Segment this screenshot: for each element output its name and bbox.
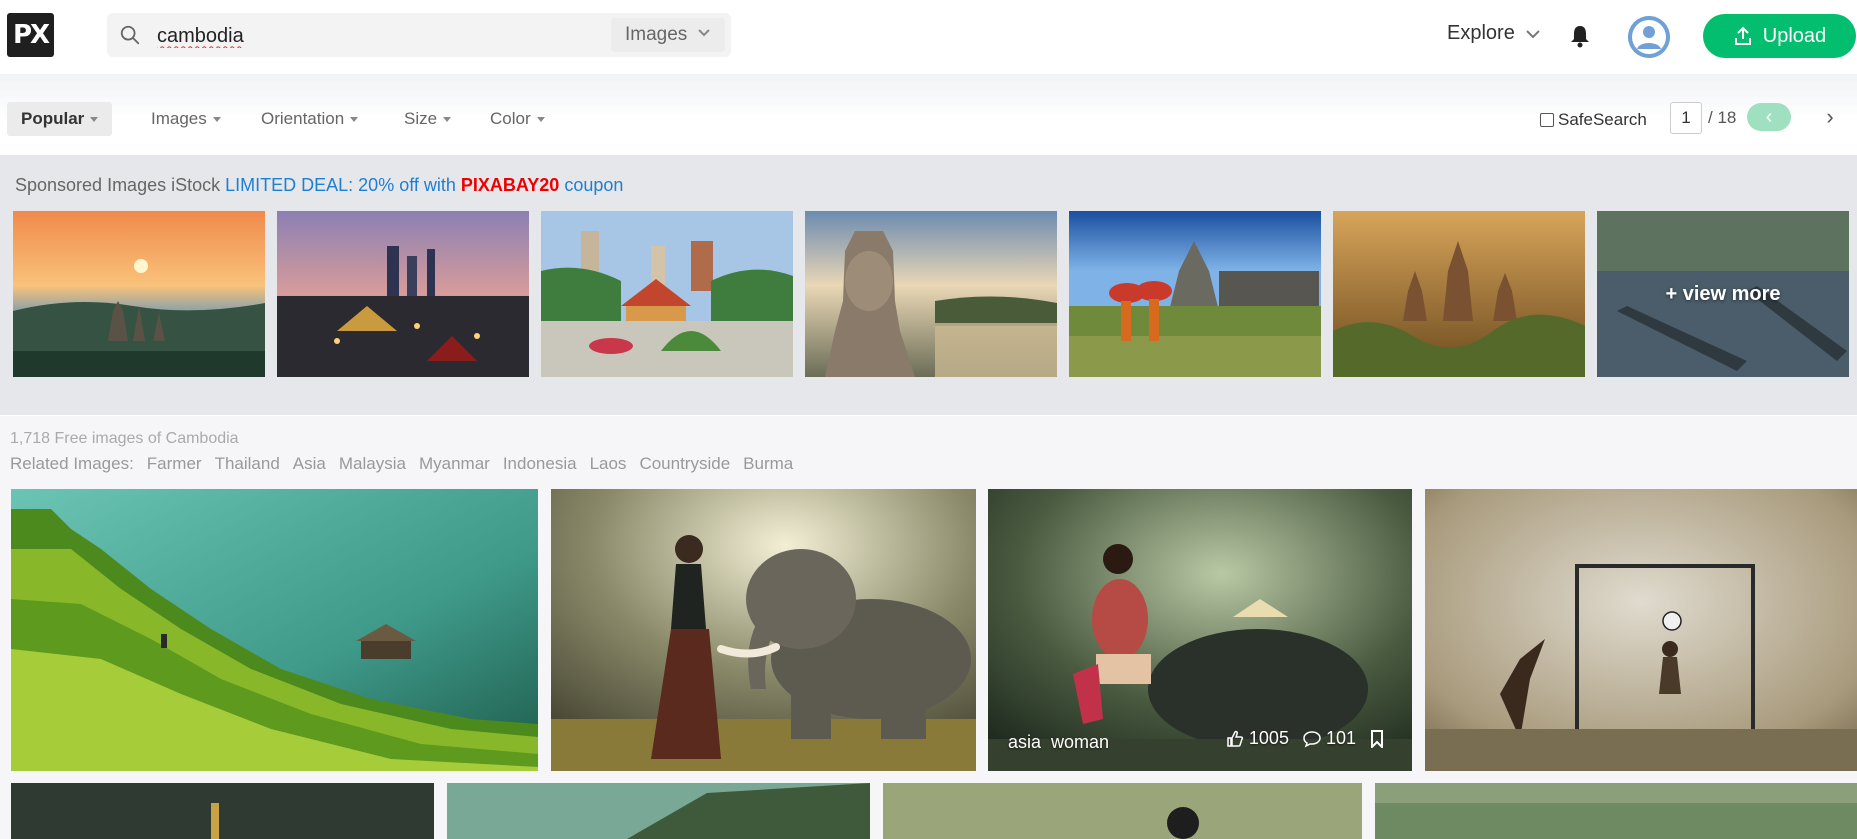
- upload-button[interactable]: Upload: [1703, 14, 1856, 58]
- safesearch-label: SafeSearch: [1558, 110, 1647, 129]
- sponsored-thumb[interactable]: [13, 211, 265, 377]
- pixabay-logo[interactable]: PX: [7, 13, 54, 57]
- filter-popular[interactable]: Popular: [7, 102, 113, 136]
- comment-stat[interactable]: 101: [1303, 728, 1356, 749]
- rice-terraces-image: [11, 489, 538, 771]
- caret-down-icon: [90, 116, 99, 122]
- deal-link[interactable]: LIMITED DEAL: 20% off with: [225, 175, 456, 195]
- image-tag[interactable]: asia: [1008, 732, 1041, 753]
- coupon-link[interactable]: coupon: [564, 175, 623, 195]
- result-thumbnail-image: [11, 783, 434, 839]
- upload-icon: [1734, 26, 1751, 45]
- sponsored-thumb[interactable]: [805, 211, 1057, 377]
- result-image[interactable]: asia woman 1005 101: [988, 489, 1412, 771]
- result-image[interactable]: [883, 783, 1362, 839]
- pagination: 1 / 18 ‹ ›: [1670, 102, 1834, 134]
- royal-palace-image: [541, 211, 793, 377]
- filter-label: Orientation: [261, 109, 345, 128]
- bell-icon[interactable]: [1569, 24, 1591, 48]
- sunset-temple-image: [13, 211, 265, 377]
- image-stats: 1005 101: [1226, 728, 1384, 749]
- sponsored-prefix: Sponsored Images iStock: [15, 175, 221, 195]
- prev-page-button[interactable]: ‹: [1747, 103, 1791, 131]
- like-stat[interactable]: 1005: [1226, 728, 1289, 749]
- caret-down-icon: [212, 116, 221, 122]
- related-label: Related Images:: [10, 454, 134, 473]
- city-night-image: [277, 211, 529, 377]
- sponsored-section: Sponsored Images iStock LIMITED DEAL: 20…: [0, 155, 1857, 415]
- related-tag[interactable]: Laos: [590, 454, 627, 474]
- filter-label: Images: [151, 109, 207, 128]
- comment-count: 101: [1325, 728, 1356, 748]
- chevron-down-icon: [1526, 29, 1540, 38]
- filter-label: Size: [404, 109, 438, 128]
- results-count: 1,718 Free images of Cambodia: [10, 430, 239, 447]
- related-tag[interactable]: Myanmar: [419, 454, 490, 474]
- result-thumbnail-image: [1375, 783, 1857, 839]
- result-image[interactable]: [1375, 783, 1857, 839]
- result-image[interactable]: [11, 783, 434, 839]
- search-type-select[interactable]: Images: [611, 18, 725, 52]
- stone-head-image: [805, 211, 1057, 377]
- sponsored-thumb[interactable]: [1069, 211, 1321, 377]
- search-bar: Images: [107, 13, 731, 57]
- explore-menu[interactable]: Explore: [1447, 22, 1541, 45]
- result-image[interactable]: [1425, 489, 1857, 771]
- related-tag[interactable]: Thailand: [215, 454, 280, 474]
- view-more-thumb[interactable]: + view more: [1597, 211, 1849, 377]
- coupon-code[interactable]: PIXABAY20: [461, 175, 559, 195]
- image-tag[interactable]: woman: [1051, 732, 1109, 753]
- filter-images[interactable]: Images: [151, 102, 221, 136]
- page-input[interactable]: 1: [1670, 102, 1702, 134]
- related-images: Related Images: Farmer Thailand Asia Mal…: [10, 454, 793, 474]
- bookmark-icon[interactable]: [1370, 729, 1384, 748]
- search-input[interactable]: [155, 21, 579, 51]
- girl-elephant-image: [551, 489, 976, 771]
- result-thumbnail-image: [447, 783, 870, 839]
- page-total: / 18: [1708, 108, 1737, 127]
- sponsored-thumb[interactable]: [277, 211, 529, 377]
- filter-size[interactable]: Size: [404, 102, 452, 136]
- related-tag[interactable]: Farmer: [147, 454, 202, 474]
- filter-label: Popular: [21, 109, 85, 128]
- result-image[interactable]: [447, 783, 870, 839]
- comment-icon: [1303, 730, 1321, 747]
- filter-orientation[interactable]: Orientation: [261, 102, 359, 136]
- related-tag[interactable]: Asia: [293, 454, 326, 474]
- upload-label: Upload: [1762, 24, 1827, 47]
- sponsored-thumb[interactable]: [541, 211, 793, 377]
- explore-label: Explore: [1447, 22, 1515, 44]
- filter-label: Color: [490, 109, 531, 128]
- football-mist-image: [1425, 489, 1857, 771]
- caret-down-icon: [536, 116, 545, 122]
- sponsored-banner: Sponsored Images iStock LIMITED DEAL: 20…: [15, 175, 623, 196]
- related-tag[interactable]: Burma: [743, 454, 793, 474]
- next-page-button[interactable]: ›: [1816, 103, 1844, 131]
- user-icon: [1628, 16, 1670, 58]
- caret-down-icon: [350, 116, 359, 122]
- search-type-label: Images: [625, 24, 688, 45]
- avatar[interactable]: [1628, 16, 1670, 58]
- chevron-down-icon: [698, 29, 710, 37]
- safesearch-checkbox[interactable]: [1540, 113, 1554, 127]
- image-tags: asia woman: [1008, 732, 1109, 753]
- related-tag[interactable]: Malaysia: [339, 454, 406, 474]
- angkor-temple-image: [1333, 211, 1585, 377]
- related-tag[interactable]: Indonesia: [503, 454, 577, 474]
- sponsored-thumb[interactable]: [1333, 211, 1585, 377]
- result-image[interactable]: [551, 489, 976, 771]
- thumbs-up-icon: [1227, 730, 1244, 747]
- result-image[interactable]: [11, 489, 538, 771]
- caret-down-icon: [443, 116, 452, 122]
- like-count: 1005: [1248, 728, 1289, 748]
- result-thumbnail-image: [883, 783, 1362, 839]
- view-more-link[interactable]: + view more: [1597, 211, 1849, 377]
- filter-color[interactable]: Color: [490, 102, 545, 136]
- search-icon[interactable]: [119, 24, 141, 46]
- related-tag[interactable]: Countryside: [639, 454, 730, 474]
- top-header: PX Images Explore: [0, 0, 1857, 73]
- safesearch-toggle[interactable]: SafeSearch: [1540, 110, 1647, 130]
- monks-angkor-image: [1069, 211, 1321, 377]
